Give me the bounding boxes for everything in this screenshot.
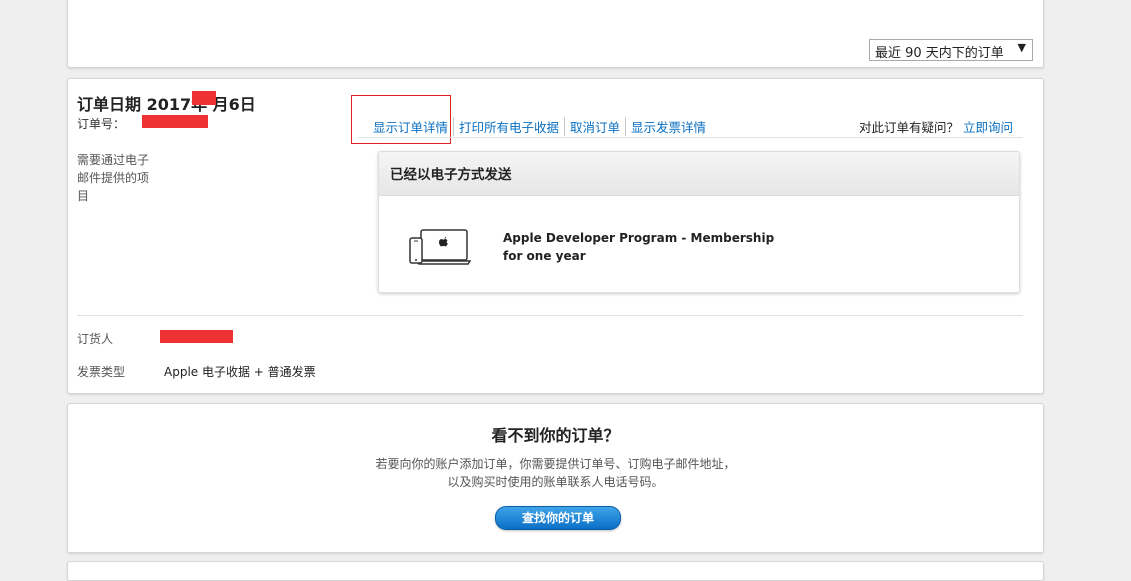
order-panel: 订单日期 2017年 月6日 订单号： 显示订单详情 打印所有电子收据 取消订单… (67, 78, 1044, 394)
inquiry-link[interactable]: 立即询问 (963, 120, 1013, 135)
filter-selected-value: 最近 90 天内下的订单 (875, 46, 1004, 61)
show-order-details-link[interactable]: 显示订单详情 (373, 117, 455, 136)
help-title: 看不到你的订单？ (491, 426, 620, 445)
dropdown-arrow-icon: ▼ (1017, 41, 1026, 54)
devices-icon (409, 229, 471, 265)
bottom-panel (67, 561, 1044, 581)
help-panel: 看不到你的订单？ 若要向你的账户添加订单，你需要提供订单号、订购电子邮件地址， … (67, 403, 1044, 553)
inquiry: 对此订单有疑问？ 立即询问 (859, 117, 1013, 136)
show-invoice-details-link[interactable]: 显示发票详情 (626, 117, 711, 136)
product-name: Apple Developer Program - Membership for… (503, 231, 775, 263)
shipment-header: 已经以电子方式发送 (379, 152, 1019, 196)
orderer-label: 订货人 (77, 332, 114, 346)
find-order-button[interactable]: 查找你的订单 (495, 506, 621, 530)
order-actions: 显示订单详情 打印所有电子收据 取消订单 显示发票详情 (373, 117, 711, 136)
order-number-label: 订单号： (77, 117, 126, 131)
email-items-label: 需要通过电子邮件提供的项目 (77, 153, 150, 203)
redaction-mark (142, 115, 208, 128)
invoice-type-label: 发票类型 (77, 365, 126, 379)
redaction-mark (192, 91, 216, 105)
divider (358, 137, 1023, 138)
redaction-mark (160, 330, 233, 343)
order-date-title: 订单日期 2017年 月6日 (77, 95, 256, 114)
invoice-type-value: Apple 电子收据 + 普通发票 (164, 365, 316, 379)
print-receipts-link[interactable]: 打印所有电子收据 (454, 117, 566, 136)
help-text-line2: 以及购买时使用的账单联系人电话号码。 (447, 475, 664, 489)
help-text-line1: 若要向你的账户添加订单，你需要提供订单号、订购电子邮件地址， (375, 457, 736, 471)
order-filter-select[interactable]: 最近 90 天内下的订单 ▼ (869, 39, 1033, 61)
shipment-card: 已经以电子方式发送 Apple Developer Program - Memb… (378, 151, 1020, 293)
divider (77, 315, 1023, 316)
top-panel: 最近 90 天内下的订单 ▼ (67, 0, 1044, 68)
cancel-order-link[interactable]: 取消订单 (565, 117, 627, 136)
inquiry-text: 对此订单有疑问？ (858, 120, 959, 135)
